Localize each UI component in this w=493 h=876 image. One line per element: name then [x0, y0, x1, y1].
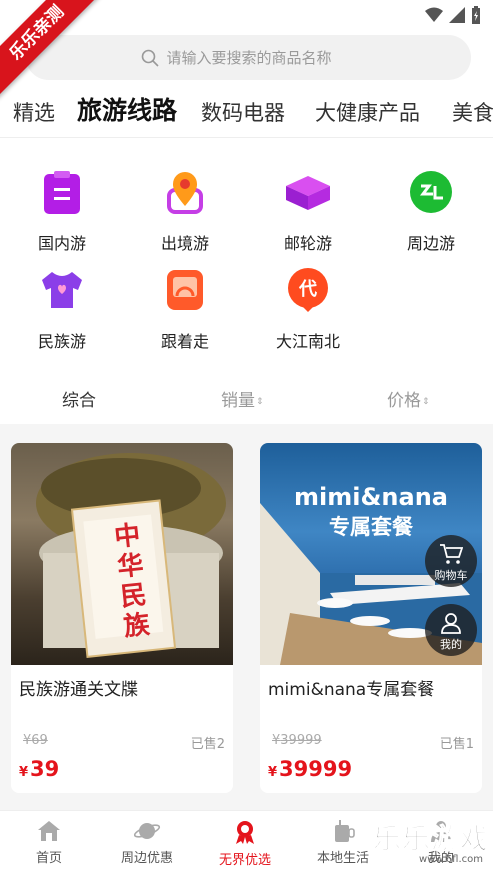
tab-travel-routes[interactable]: 旅游线路	[77, 92, 177, 132]
nav-nearby-deals[interactable]: 周边优惠	[98, 819, 196, 866]
category-cruise-tour[interactable]: 邮轮游	[253, 168, 363, 254]
product-title: 民族游通关文牒	[19, 680, 138, 700]
currency-symbol: ¥	[19, 765, 29, 780]
floating-cart-button[interactable]: 购物车	[425, 535, 477, 587]
category-label: 邮轮游	[283, 234, 332, 253]
tab-digital-electronics[interactable]: 数码电器	[201, 92, 285, 134]
original-price-value: 69	[31, 733, 48, 748]
planet-icon	[133, 823, 161, 839]
category-label: 出境游	[160, 234, 209, 253]
sort-price-label: 价格	[387, 391, 421, 411]
search-icon	[141, 49, 159, 67]
ship-box-icon	[286, 176, 330, 210]
sort-sales[interactable]: 销量⇕	[221, 386, 264, 411]
original-price: ¥39999	[272, 733, 322, 748]
home-icon	[38, 821, 60, 841]
category-label: 国内游	[37, 234, 86, 253]
nav-boundless-select[interactable]: 无界优选	[196, 819, 294, 868]
category-north-south[interactable]: 代 大江南北	[253, 266, 363, 352]
category-label: 跟着走	[160, 332, 209, 351]
category-tabs: 精选 旅游线路 数码电器 大健康产品 美食	[0, 92, 493, 138]
product-title: mimi&nana专属套餐	[268, 680, 435, 700]
watermark-text: 乐乐游戏	[373, 822, 490, 855]
nav-label: 首页	[35, 851, 62, 866]
wifi-icon	[425, 7, 443, 22]
sort-arrows-icon: ⇕	[422, 397, 430, 407]
shirt-icon	[42, 272, 82, 308]
currency-symbol: ¥	[268, 765, 278, 780]
sort-comprehensive[interactable]: 综合	[62, 386, 96, 411]
product-image: 中华民族	[11, 443, 233, 665]
category-outbound-tour[interactable]: 出境游	[130, 168, 240, 254]
status-icons	[425, 6, 481, 24]
sort-bar: 综合 销量⇕ 价格⇕	[0, 376, 493, 420]
category-domestic-tour[interactable]: 国内游	[7, 168, 117, 254]
mine-label: 我的	[440, 638, 462, 651]
sold-count: 已售2	[190, 737, 225, 752]
award-icon	[236, 821, 254, 844]
search-bar[interactable]	[26, 35, 471, 80]
tab-featured[interactable]: 精选	[13, 92, 55, 134]
category-label: 民族游	[37, 332, 86, 351]
original-price-value: 39999	[280, 733, 322, 748]
nav-label: 周边优惠	[120, 851, 173, 866]
map-pin-icon	[167, 172, 203, 214]
signal-icon	[449, 7, 465, 23]
cart-icon	[440, 544, 463, 564]
nav-label: 无界优选	[218, 853, 271, 868]
nav-label: 本地生活	[316, 851, 369, 866]
watermark-bottom-right: 乐乐游戏 www.6fl.com	[373, 822, 491, 874]
price: ¥39999	[268, 757, 352, 781]
category-follow-along[interactable]: 跟着走	[130, 266, 240, 352]
price-value: 39999	[279, 757, 353, 781]
category-ethnic-tour[interactable]: 民族游	[7, 266, 117, 352]
drink-icon	[335, 820, 355, 842]
watermark-url: www.6fl.com	[419, 854, 483, 865]
sort-sales-label: 销量	[221, 391, 255, 411]
category-label: 大江南北	[275, 332, 340, 351]
green-circle-icon	[410, 171, 452, 213]
sort-price[interactable]: 价格⇕	[387, 386, 430, 411]
svg-text:代: 代	[298, 279, 317, 300]
search-input[interactable]	[166, 48, 357, 67]
dai-badge-icon: 代	[288, 268, 328, 312]
tab-food[interactable]: 美食	[452, 92, 493, 134]
orange-card-icon	[167, 270, 203, 310]
user-icon	[441, 613, 461, 634]
cart-label: 购物车	[434, 569, 468, 582]
sort-arrows-icon: ⇕	[256, 397, 264, 407]
tab-health-products[interactable]: 大健康产品	[315, 92, 420, 134]
original-price: ¥69	[23, 733, 48, 748]
floating-mine-button[interactable]: 我的	[425, 604, 477, 656]
price: ¥39	[19, 757, 59, 781]
category-nearby-tour[interactable]: 周边游	[376, 168, 486, 254]
nav-home[interactable]: 首页	[0, 819, 98, 866]
product-image-text-line1: mimi&nana	[294, 483, 448, 511]
battery-icon	[472, 6, 480, 24]
sold-count: 已售1	[439, 737, 474, 752]
product-card[interactable]: 中华民族 民族游通关文牒 ¥69 已售2 ¥39	[11, 443, 233, 793]
category-label: 周边游	[406, 234, 455, 253]
price-value: 39	[30, 757, 60, 781]
clipboard-icon	[44, 171, 80, 214]
